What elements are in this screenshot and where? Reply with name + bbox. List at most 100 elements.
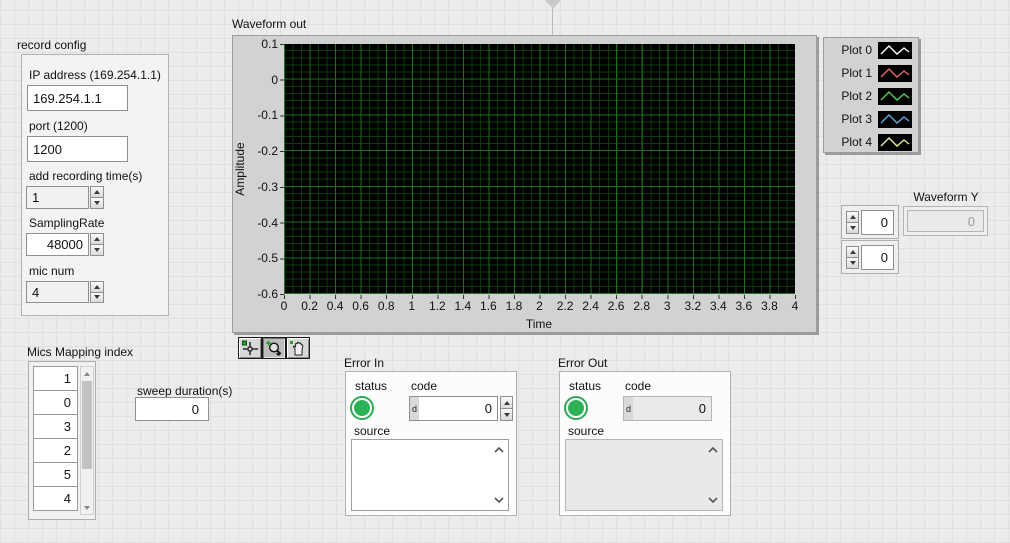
source-label: source bbox=[354, 424, 390, 438]
index-stepper[interactable] bbox=[846, 246, 859, 269]
decrement-button[interactable] bbox=[846, 258, 859, 269]
zoom-tool-button[interactable] bbox=[262, 337, 286, 359]
sweep-duration-field[interactable]: 0 bbox=[135, 397, 209, 421]
waveform-y-index-0: 0 bbox=[841, 205, 899, 239]
legend-line-swatch[interactable] bbox=[878, 65, 912, 82]
rec-time-field[interactable]: 1 bbox=[26, 186, 89, 209]
legend-row[interactable]: Plot 1 bbox=[824, 64, 912, 82]
ip-address-label: IP address (169.254.1.1) bbox=[29, 68, 161, 82]
down-arrow-icon bbox=[84, 506, 90, 510]
decrement-button[interactable] bbox=[90, 198, 104, 209]
scroll-up-icon[interactable] bbox=[707, 446, 719, 454]
decrement-button[interactable] bbox=[500, 409, 513, 421]
legend-line-swatch[interactable] bbox=[878, 88, 912, 105]
y-tick-label: 0.1 bbox=[233, 37, 278, 51]
sampling-rate-label: SamplingRate bbox=[29, 216, 104, 230]
magnifier-icon bbox=[265, 340, 283, 356]
led-core bbox=[354, 400, 370, 416]
status-led[interactable] bbox=[350, 396, 374, 420]
mic-num-field[interactable]: 4 bbox=[26, 281, 89, 303]
waveform-y-element-frame: 0 bbox=[903, 206, 988, 236]
mics-mapping-label: Mics Mapping index bbox=[27, 345, 133, 359]
decrement-button[interactable] bbox=[90, 245, 104, 256]
radix-indicator[interactable]: d bbox=[410, 397, 419, 420]
source-textarea bbox=[565, 439, 723, 511]
up-arrow-icon bbox=[94, 190, 100, 194]
array-cell[interactable]: 2 bbox=[33, 438, 78, 463]
legend-row[interactable]: Plot 4 bbox=[824, 133, 912, 151]
scroll-up-button[interactable] bbox=[81, 367, 93, 380]
rec-time-stepper[interactable] bbox=[90, 186, 104, 209]
up-arrow-icon bbox=[94, 237, 100, 241]
legend-label: Plot 0 bbox=[824, 43, 878, 57]
array-cell[interactable]: 5 bbox=[33, 462, 78, 487]
array-cell[interactable]: 1 bbox=[33, 366, 78, 391]
pan-tool-button[interactable] bbox=[286, 337, 310, 359]
scrollbar-thumb[interactable] bbox=[82, 381, 92, 469]
up-arrow-icon bbox=[850, 250, 856, 254]
splitter-handle-icon[interactable] bbox=[545, 0, 561, 9]
decrement-button[interactable] bbox=[90, 293, 104, 304]
array-cell[interactable]: 4 bbox=[33, 486, 78, 511]
increment-button[interactable] bbox=[846, 211, 859, 223]
increment-button[interactable] bbox=[846, 246, 859, 258]
legend-label: Plot 3 bbox=[824, 112, 878, 126]
increment-button[interactable] bbox=[90, 186, 104, 198]
status-led bbox=[564, 396, 588, 420]
chart-title: Waveform out bbox=[232, 17, 306, 31]
error-in-panel: status code 0 d source bbox=[345, 371, 517, 516]
radix-indicator: d bbox=[624, 397, 633, 420]
code-field[interactable]: 0 bbox=[409, 396, 498, 421]
increment-button[interactable] bbox=[90, 233, 104, 245]
waveform-y-label: Waveform Y bbox=[903, 190, 989, 204]
led-core bbox=[568, 400, 584, 416]
y-tick-label: 0 bbox=[233, 73, 278, 87]
cursor-tool-button[interactable] bbox=[238, 337, 262, 359]
y-axis-tickmarks bbox=[280, 44, 284, 295]
record-config-title: record config bbox=[17, 38, 86, 52]
source-textarea[interactable] bbox=[351, 439, 509, 511]
increment-button[interactable] bbox=[500, 396, 513, 409]
ip-address-field[interactable]: 169.254.1.1 bbox=[27, 85, 128, 111]
scroll-down-icon[interactable] bbox=[707, 496, 719, 504]
increment-button[interactable] bbox=[90, 281, 104, 293]
down-arrow-icon bbox=[94, 248, 100, 252]
legend-line-swatch[interactable] bbox=[878, 111, 912, 128]
plot-legend: Plot 0 Plot 1 Plot 2 Plot 3 Plot 4 bbox=[823, 37, 919, 153]
status-label: status bbox=[355, 379, 387, 393]
array-cell[interactable]: 0 bbox=[33, 390, 78, 415]
rec-time-label: add recording time(s) bbox=[29, 169, 142, 183]
legend-line-swatch[interactable] bbox=[878, 42, 912, 59]
down-arrow-icon bbox=[850, 261, 856, 265]
decrement-button[interactable] bbox=[846, 223, 859, 234]
scroll-down-icon[interactable] bbox=[493, 496, 505, 504]
crosshair-icon bbox=[241, 340, 259, 356]
error-in-title: Error In bbox=[344, 356, 384, 370]
labview-front-panel: record config IP address (169.254.1.1) 1… bbox=[0, 0, 1010, 543]
x-axis-label: Time bbox=[509, 317, 569, 331]
index-stepper[interactable] bbox=[846, 211, 859, 234]
array-cell[interactable]: 3 bbox=[33, 414, 78, 439]
mics-scrollbar[interactable] bbox=[80, 366, 94, 515]
down-arrow-icon bbox=[94, 201, 100, 205]
code-stepper[interactable] bbox=[500, 396, 513, 421]
mic-num-label: mic num bbox=[29, 264, 74, 278]
port-field[interactable]: 1200 bbox=[27, 136, 128, 162]
index-field[interactable]: 0 bbox=[861, 245, 894, 270]
legend-label: Plot 2 bbox=[824, 89, 878, 103]
sampling-rate-field[interactable]: 48000 bbox=[26, 233, 89, 256]
hand-icon bbox=[289, 340, 307, 356]
y-tick-label: -0.5 bbox=[233, 251, 278, 265]
sampling-rate-stepper[interactable] bbox=[90, 233, 104, 256]
index-field[interactable]: 0 bbox=[861, 210, 894, 235]
y-tick-label: -0.4 bbox=[233, 216, 278, 230]
scroll-down-button[interactable] bbox=[81, 501, 93, 514]
legend-label: Plot 4 bbox=[824, 135, 878, 149]
legend-row[interactable]: Plot 2 bbox=[824, 87, 912, 105]
waveform-chart: 0.10-0.1-0.2-0.3-0.4-0.5-0.6 00.20.40.60… bbox=[232, 35, 817, 333]
legend-line-swatch[interactable] bbox=[878, 134, 912, 151]
mic-num-stepper[interactable] bbox=[90, 281, 104, 303]
scroll-up-icon[interactable] bbox=[493, 446, 505, 454]
legend-row[interactable]: Plot 3 bbox=[824, 110, 912, 128]
legend-row[interactable]: Plot 0 bbox=[824, 41, 912, 59]
